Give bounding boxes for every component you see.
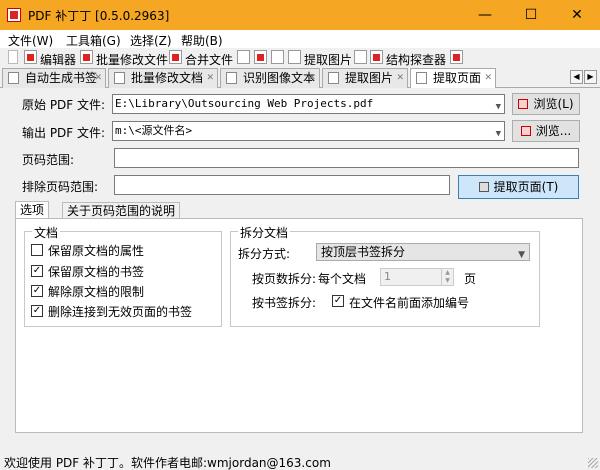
- resize-grip-icon[interactable]: [588, 458, 598, 468]
- split-group-title: 拆分文档: [238, 224, 291, 241]
- page-range-label: 页码范围:: [22, 153, 75, 167]
- tab-batch-modify[interactable]: 批量修改文档 ✕: [108, 68, 218, 88]
- save-icon: [478, 182, 489, 192]
- page-icon: [416, 72, 427, 84]
- structure-explorer-button[interactable]: 结构探查器: [386, 51, 446, 68]
- window-title: PDF 补丁丁 [0.5.0.2963]: [28, 9, 170, 23]
- split-method-select[interactable]: 按顶层书签拆分 ▼: [316, 243, 530, 261]
- add-number-checkbox[interactable]: ✓: [332, 295, 344, 307]
- toolbar: 编辑器 批量修改文件 合并文件 提取图片 结构探查器: [0, 48, 600, 68]
- batch-icon: [114, 72, 125, 84]
- image-extract-icon: [288, 50, 301, 64]
- pdf-file-icon: [518, 99, 529, 109]
- image-icon: [328, 72, 339, 84]
- title-bar: PDF 补丁丁 [0.5.0.2963] — ☐ ✕: [0, 0, 600, 30]
- keep-properties-label: 保留原文档的属性: [48, 244, 145, 258]
- merge-icon: [169, 50, 182, 64]
- menu-file[interactable]: 文件(W): [8, 32, 53, 49]
- extract-images-button[interactable]: 提取图片: [304, 51, 352, 68]
- exclude-range-input[interactable]: [114, 175, 450, 195]
- editor-icon: [24, 50, 37, 64]
- browse-source-button[interactable]: 浏览(L): [512, 93, 580, 115]
- keep-bookmarks-label: 保留原文档的书签: [48, 265, 145, 279]
- merge-button[interactable]: 合并文件: [185, 51, 233, 68]
- menu-select[interactable]: 选择(Z): [130, 32, 172, 49]
- tab-strip: 自动生成书签 ✕ 批量修改文档 ✕ 识别图像文本 ✕ 提取图片 ✕ 提取页面 ✕…: [0, 68, 600, 89]
- chevron-down-icon[interactable]: ▼: [496, 125, 501, 140]
- insert-page-icon[interactable]: [237, 50, 250, 64]
- close-icon[interactable]: ✕: [94, 73, 102, 83]
- tab-extract-images[interactable]: 提取图片 ✕: [322, 68, 408, 88]
- spin-arrows-icon[interactable]: ▲ ▼: [441, 269, 453, 285]
- bookmark-icon: [8, 72, 19, 84]
- status-text: 欢迎使用 PDF 补丁丁。软件作者电邮:wmjordan@163.com: [4, 456, 331, 470]
- pdf-file-icon: [520, 126, 531, 136]
- maximize-button[interactable]: ☐: [508, 0, 554, 30]
- remove-restrictions-checkbox[interactable]: ✓: [31, 285, 43, 297]
- chevron-down-icon: ▼: [518, 250, 525, 260]
- source-pdf-field[interactable]: E:\Library\Outsourcing Web Projects.pdf …: [112, 94, 505, 114]
- split-icon[interactable]: [254, 50, 267, 64]
- close-icon[interactable]: ✕: [206, 73, 214, 83]
- output-pdf-label: 输出 PDF 文件:: [22, 126, 106, 140]
- batch-modify-icon: [80, 50, 93, 64]
- per-document-label: 每个文档: [318, 272, 367, 286]
- close-icon[interactable]: ✕: [396, 73, 404, 83]
- menu-help[interactable]: 帮助(B): [181, 32, 223, 49]
- menu-toolbox[interactable]: 工具箱(G): [66, 32, 121, 49]
- ocr-icon: [226, 72, 237, 84]
- page-split-label: 按页数拆分:: [252, 272, 317, 286]
- close-icon[interactable]: ✕: [308, 73, 316, 83]
- page-range-input[interactable]: [114, 148, 579, 168]
- batch-modify-button[interactable]: 批量修改文件: [96, 51, 168, 68]
- document-group-title: 文档: [32, 224, 61, 241]
- structure-icon: [370, 50, 383, 64]
- minimize-button[interactable]: —: [462, 0, 508, 30]
- remove-invalid-bookmarks-label: 删除连接到无效页面的书签: [48, 305, 193, 319]
- source-pdf-label: 原始 PDF 文件:: [22, 98, 106, 112]
- tab-options[interactable]: 选项: [15, 201, 50, 219]
- close-icon[interactable]: ✕: [484, 73, 492, 83]
- tab-ocr[interactable]: 识别图像文本 ✕: [220, 68, 320, 88]
- chevron-down-icon[interactable]: ▼: [496, 98, 501, 113]
- tab-scroll-right-icon[interactable]: ▶: [584, 70, 597, 84]
- remove-restrictions-label: 解除原文档的限制: [48, 285, 145, 299]
- keep-properties-checkbox[interactable]: [31, 244, 43, 256]
- status-bar: 欢迎使用 PDF 补丁丁。软件作者电邮:wmjordan@163.com: [0, 452, 600, 470]
- pages-unit-label: 页: [464, 272, 477, 286]
- editor-button[interactable]: 编辑器: [40, 51, 76, 68]
- output-pdf-field[interactable]: m:\<源文件名> ▼: [112, 121, 505, 141]
- tab-auto-bookmark[interactable]: 自动生成书签 ✕: [2, 68, 106, 88]
- add-number-label: 在文件名前面添加编号: [349, 296, 470, 310]
- pages-per-doc-stepper[interactable]: 1 ▲ ▼: [380, 268, 454, 286]
- tab-scroll-left-icon[interactable]: ◀: [570, 70, 583, 84]
- close-button[interactable]: ✕: [554, 0, 600, 30]
- tab-extract-pages[interactable]: 提取页面 ✕: [410, 68, 496, 89]
- document-icon[interactable]: [271, 50, 284, 64]
- toolbar-grip-icon: [8, 50, 18, 64]
- keep-bookmarks-checkbox[interactable]: ✓: [31, 265, 43, 277]
- split-method-label: 拆分方式:: [238, 247, 291, 261]
- menu-bar: 文件(W) 工具箱(G) 选择(Z) 帮助(B): [0, 30, 600, 48]
- exclude-range-label: 排除页码范围:: [22, 180, 99, 194]
- remove-invalid-bookmarks-checkbox[interactable]: ✓: [31, 305, 43, 317]
- bookmark-split-label: 按书签拆分:: [252, 296, 317, 310]
- binary-icon[interactable]: [354, 50, 367, 64]
- extract-pages-button[interactable]: 提取页面(T): [458, 175, 579, 199]
- app-icon: [7, 8, 21, 22]
- pdf-info-icon[interactable]: [450, 50, 463, 64]
- browse-output-button[interactable]: 浏览...: [512, 120, 580, 142]
